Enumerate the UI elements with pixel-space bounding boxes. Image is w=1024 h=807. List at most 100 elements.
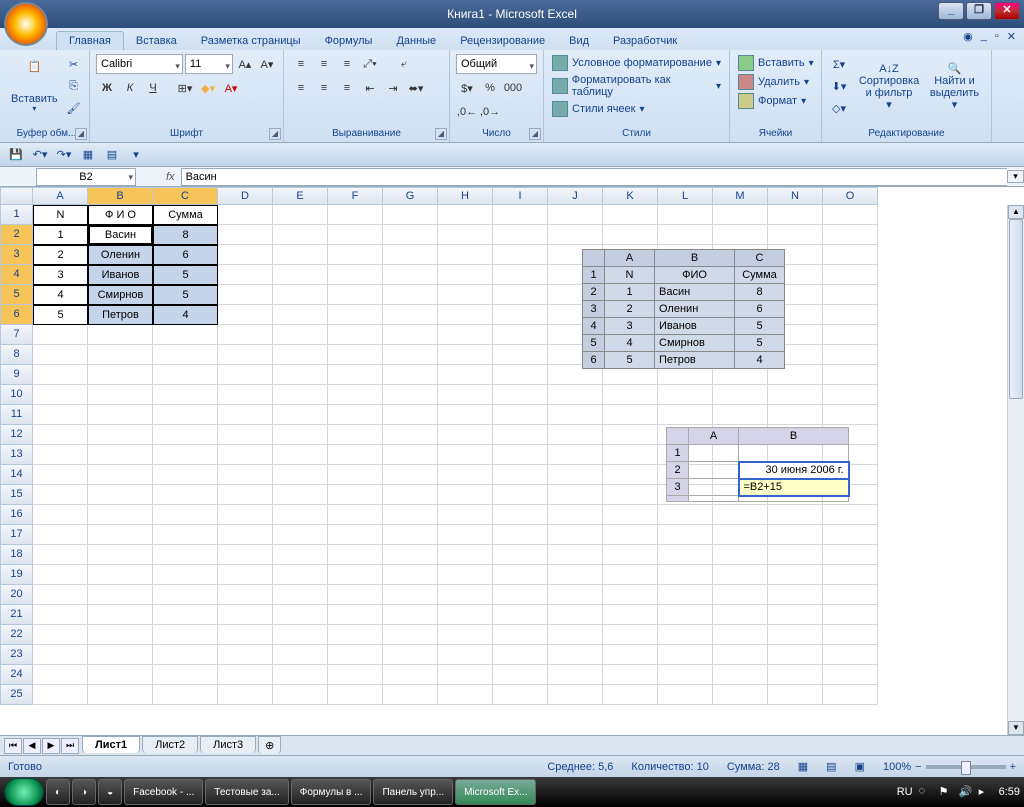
cell-O25[interactable] — [823, 685, 878, 705]
row-header-25[interactable]: 25 — [0, 685, 33, 705]
cell-I10[interactable] — [493, 385, 548, 405]
insert-cells-button[interactable]: Вставить ▾ — [736, 54, 816, 72]
cell-C12[interactable] — [153, 425, 218, 445]
quick-launch-1[interactable]: ◐ — [46, 779, 70, 805]
view-break-button[interactable]: ▣ — [855, 760, 865, 773]
cell-F6[interactable] — [328, 305, 383, 325]
wrap-text-button[interactable]: ⤶ — [393, 54, 415, 74]
cell-E15[interactable] — [273, 485, 328, 505]
row-header-19[interactable]: 19 — [0, 565, 33, 585]
row-header-16[interactable]: 16 — [0, 505, 33, 525]
cell-D8[interactable] — [218, 345, 273, 365]
select-all-corner[interactable] — [0, 187, 33, 205]
cell-J11[interactable] — [548, 405, 603, 425]
cell-K24[interactable] — [603, 665, 658, 685]
cell-E25[interactable] — [273, 685, 328, 705]
cell-H13[interactable] — [438, 445, 493, 465]
tray-icon-2[interactable]: ⚑ — [939, 785, 953, 799]
cell-K1[interactable] — [603, 205, 658, 225]
cell-C24[interactable] — [153, 665, 218, 685]
cell-B13[interactable] — [88, 445, 153, 465]
cell-B18[interactable] — [88, 545, 153, 565]
cell-F4[interactable] — [328, 265, 383, 285]
cell-J14[interactable] — [548, 465, 603, 485]
cell-L22[interactable] — [658, 625, 713, 645]
qat-btn-1[interactable]: ▦ — [78, 146, 98, 164]
cell-D20[interactable] — [218, 585, 273, 605]
row-header-21[interactable]: 21 — [0, 605, 33, 625]
cell-L2[interactable] — [658, 225, 713, 245]
cell-I9[interactable] — [493, 365, 548, 385]
qat-btn-2[interactable]: ▤ — [102, 146, 122, 164]
zoom-in-button[interactable]: + — [1010, 761, 1016, 773]
cell-D16[interactable] — [218, 505, 273, 525]
row-header-24[interactable]: 24 — [0, 665, 33, 685]
cell-I1[interactable] — [493, 205, 548, 225]
cell-K22[interactable] — [603, 625, 658, 645]
cell-O8[interactable] — [823, 345, 878, 365]
cell-C7[interactable] — [153, 325, 218, 345]
cell-K11[interactable] — [603, 405, 658, 425]
col-header-E[interactable]: E — [273, 187, 328, 205]
tab-developer[interactable]: Разработчик — [601, 32, 689, 50]
cell-K14[interactable] — [603, 465, 658, 485]
cell-H22[interactable] — [438, 625, 493, 645]
cell-L10[interactable] — [658, 385, 713, 405]
cell-I16[interactable] — [493, 505, 548, 525]
cell-M18[interactable] — [713, 545, 768, 565]
tab-nav-first[interactable]: ⏮ — [4, 738, 22, 754]
cell-F12[interactable] — [328, 425, 383, 445]
merge-button[interactable]: ⬌▾ — [405, 78, 427, 98]
cell-E6[interactable] — [273, 305, 328, 325]
tab-data[interactable]: Данные — [384, 32, 448, 50]
cell-M22[interactable] — [713, 625, 768, 645]
cell-F22[interactable] — [328, 625, 383, 645]
worksheet[interactable]: ABCDEFGHIJKLMNO 1NФ И ОСумма21Васин832Ол… — [0, 187, 1024, 735]
cell-K13[interactable] — [603, 445, 658, 465]
cell-F20[interactable] — [328, 585, 383, 605]
minimize-button[interactable]: _ — [938, 2, 964, 20]
cell-G9[interactable] — [383, 365, 438, 385]
cell-E20[interactable] — [273, 585, 328, 605]
cell-O11[interactable] — [823, 405, 878, 425]
row-header-8[interactable]: 8 — [0, 345, 33, 365]
cell-N16[interactable] — [768, 505, 823, 525]
cell-H3[interactable] — [438, 245, 493, 265]
sheet-tab-1[interactable]: Лист1 — [82, 736, 140, 753]
cell-C17[interactable] — [153, 525, 218, 545]
cell-K2[interactable] — [603, 225, 658, 245]
paste-button[interactable]: 📋 Вставить ▾ — [10, 54, 59, 120]
bold-button[interactable]: Ж — [96, 78, 118, 98]
col-header-F[interactable]: F — [328, 187, 383, 205]
fill-color-button[interactable]: ◆▾ — [197, 78, 219, 98]
col-header-I[interactable]: I — [493, 187, 548, 205]
redo-button[interactable]: ↷▾ — [54, 146, 74, 164]
cell-G8[interactable] — [383, 345, 438, 365]
cell-J24[interactable] — [548, 665, 603, 685]
cell-B10[interactable] — [88, 385, 153, 405]
cell-E23[interactable] — [273, 645, 328, 665]
cut-button[interactable]: ✂ — [63, 54, 85, 74]
cell-G7[interactable] — [383, 325, 438, 345]
cell-H25[interactable] — [438, 685, 493, 705]
cell-H16[interactable] — [438, 505, 493, 525]
cell-I11[interactable] — [493, 405, 548, 425]
view-normal-button[interactable]: ▦ — [798, 760, 808, 773]
cell-E7[interactable] — [273, 325, 328, 345]
row-header-10[interactable]: 10 — [0, 385, 33, 405]
doc-minimize-icon[interactable]: _ — [981, 30, 987, 43]
cell-K12[interactable] — [603, 425, 658, 445]
cell-E13[interactable] — [273, 445, 328, 465]
cell-D6[interactable] — [218, 305, 273, 325]
format-painter-button[interactable]: 🖌 — [63, 98, 85, 118]
tab-view[interactable]: Вид — [557, 32, 601, 50]
cell-D22[interactable] — [218, 625, 273, 645]
cell-G12[interactable] — [383, 425, 438, 445]
cell-H12[interactable] — [438, 425, 493, 445]
cell-M25[interactable] — [713, 685, 768, 705]
col-header-B[interactable]: B — [88, 187, 153, 205]
align-bottom-button[interactable]: ≡ — [336, 54, 358, 74]
cell-N25[interactable] — [768, 685, 823, 705]
cell-K17[interactable] — [603, 525, 658, 545]
cell-M23[interactable] — [713, 645, 768, 665]
